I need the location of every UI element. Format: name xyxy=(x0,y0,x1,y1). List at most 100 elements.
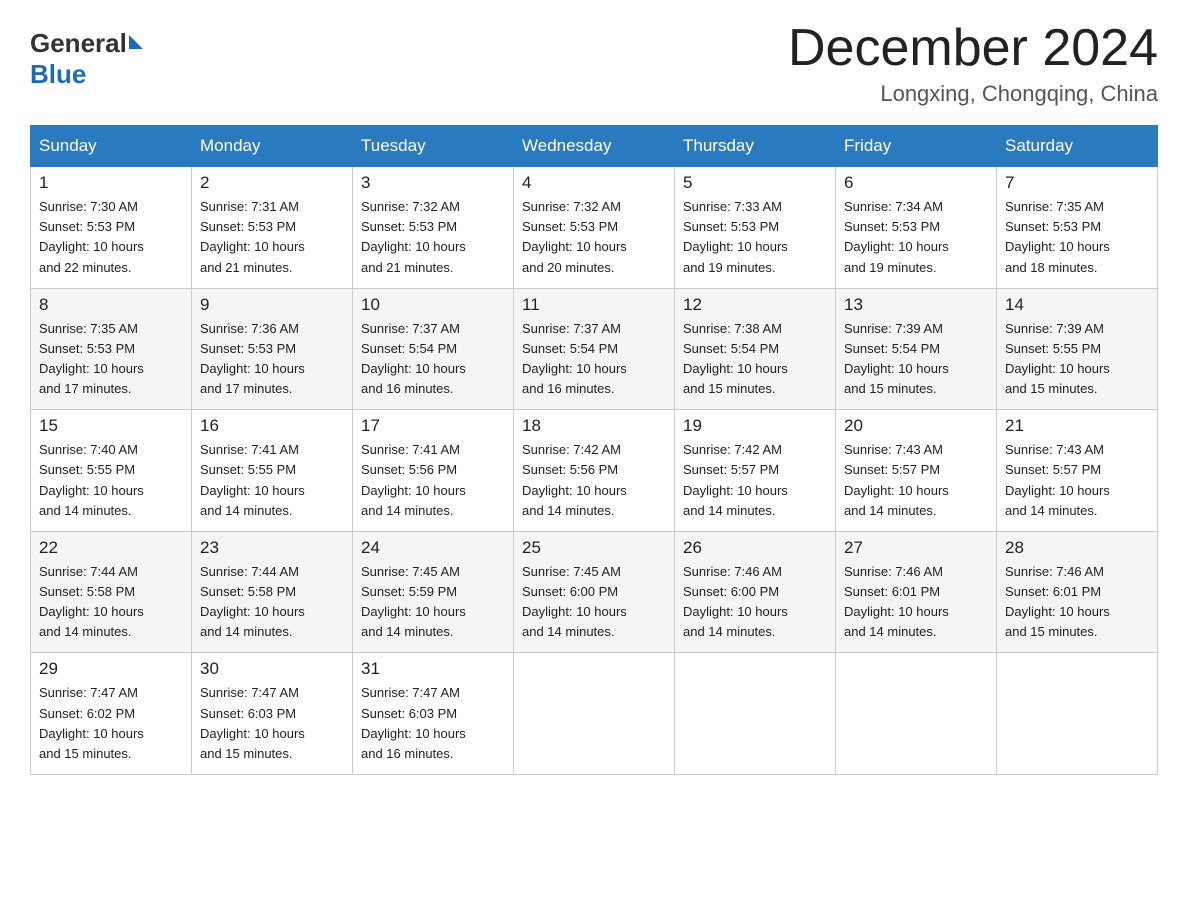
day-cell: 13 Sunrise: 7:39 AM Sunset: 5:54 PM Dayl… xyxy=(836,288,997,410)
week-row-5: 29 Sunrise: 7:47 AM Sunset: 6:02 PM Dayl… xyxy=(31,653,1158,775)
day-detail: Sunrise: 7:47 AM Sunset: 6:03 PM Dayligh… xyxy=(200,683,344,764)
logo-triangle-icon xyxy=(129,35,143,49)
day-number: 21 xyxy=(1005,416,1149,436)
week-row-4: 22 Sunrise: 7:44 AM Sunset: 5:58 PM Dayl… xyxy=(31,531,1158,653)
day-number: 22 xyxy=(39,538,183,558)
day-cell: 23 Sunrise: 7:44 AM Sunset: 5:58 PM Dayl… xyxy=(192,531,353,653)
week-row-2: 8 Sunrise: 7:35 AM Sunset: 5:53 PM Dayli… xyxy=(31,288,1158,410)
day-detail: Sunrise: 7:39 AM Sunset: 5:54 PM Dayligh… xyxy=(844,319,988,400)
day-detail: Sunrise: 7:42 AM Sunset: 5:57 PM Dayligh… xyxy=(683,440,827,521)
day-detail: Sunrise: 7:47 AM Sunset: 6:02 PM Dayligh… xyxy=(39,683,183,764)
week-row-1: 1 Sunrise: 7:30 AM Sunset: 5:53 PM Dayli… xyxy=(31,167,1158,289)
day-detail: Sunrise: 7:41 AM Sunset: 5:56 PM Dayligh… xyxy=(361,440,505,521)
day-detail: Sunrise: 7:35 AM Sunset: 5:53 PM Dayligh… xyxy=(1005,197,1149,278)
day-detail: Sunrise: 7:32 AM Sunset: 5:53 PM Dayligh… xyxy=(522,197,666,278)
day-number: 13 xyxy=(844,295,988,315)
day-cell: 9 Sunrise: 7:36 AM Sunset: 5:53 PM Dayli… xyxy=(192,288,353,410)
day-detail: Sunrise: 7:46 AM Sunset: 6:00 PM Dayligh… xyxy=(683,562,827,643)
day-cell: 5 Sunrise: 7:33 AM Sunset: 5:53 PM Dayli… xyxy=(675,167,836,289)
day-number: 5 xyxy=(683,173,827,193)
logo-blue-text: Blue xyxy=(30,59,86,90)
day-number: 8 xyxy=(39,295,183,315)
day-detail: Sunrise: 7:34 AM Sunset: 5:53 PM Dayligh… xyxy=(844,197,988,278)
day-cell: 17 Sunrise: 7:41 AM Sunset: 5:56 PM Dayl… xyxy=(353,410,514,532)
day-detail: Sunrise: 7:31 AM Sunset: 5:53 PM Dayligh… xyxy=(200,197,344,278)
week-row-3: 15 Sunrise: 7:40 AM Sunset: 5:55 PM Dayl… xyxy=(31,410,1158,532)
day-cell xyxy=(675,653,836,775)
day-number: 2 xyxy=(200,173,344,193)
day-detail: Sunrise: 7:36 AM Sunset: 5:53 PM Dayligh… xyxy=(200,319,344,400)
day-cell: 30 Sunrise: 7:47 AM Sunset: 6:03 PM Dayl… xyxy=(192,653,353,775)
day-number: 20 xyxy=(844,416,988,436)
day-number: 23 xyxy=(200,538,344,558)
day-cell xyxy=(836,653,997,775)
day-cell: 4 Sunrise: 7:32 AM Sunset: 5:53 PM Dayli… xyxy=(514,167,675,289)
day-cell: 31 Sunrise: 7:47 AM Sunset: 6:03 PM Dayl… xyxy=(353,653,514,775)
day-detail: Sunrise: 7:45 AM Sunset: 6:00 PM Dayligh… xyxy=(522,562,666,643)
day-number: 11 xyxy=(522,295,666,315)
day-number: 6 xyxy=(844,173,988,193)
day-detail: Sunrise: 7:42 AM Sunset: 5:56 PM Dayligh… xyxy=(522,440,666,521)
day-cell: 27 Sunrise: 7:46 AM Sunset: 6:01 PM Dayl… xyxy=(836,531,997,653)
header-wednesday: Wednesday xyxy=(514,126,675,167)
day-detail: Sunrise: 7:43 AM Sunset: 5:57 PM Dayligh… xyxy=(844,440,988,521)
day-cell: 7 Sunrise: 7:35 AM Sunset: 5:53 PM Dayli… xyxy=(997,167,1158,289)
day-number: 1 xyxy=(39,173,183,193)
day-number: 4 xyxy=(522,173,666,193)
day-detail: Sunrise: 7:33 AM Sunset: 5:53 PM Dayligh… xyxy=(683,197,827,278)
day-detail: Sunrise: 7:46 AM Sunset: 6:01 PM Dayligh… xyxy=(844,562,988,643)
day-detail: Sunrise: 7:44 AM Sunset: 5:58 PM Dayligh… xyxy=(200,562,344,643)
header-monday: Monday xyxy=(192,126,353,167)
calendar-table: SundayMondayTuesdayWednesdayThursdayFrid… xyxy=(30,125,1158,775)
day-cell: 6 Sunrise: 7:34 AM Sunset: 5:53 PM Dayli… xyxy=(836,167,997,289)
day-number: 3 xyxy=(361,173,505,193)
day-detail: Sunrise: 7:32 AM Sunset: 5:53 PM Dayligh… xyxy=(361,197,505,278)
day-cell: 18 Sunrise: 7:42 AM Sunset: 5:56 PM Dayl… xyxy=(514,410,675,532)
month-title: December 2024 xyxy=(788,20,1158,77)
logo-general-text: General xyxy=(30,28,127,59)
day-number: 28 xyxy=(1005,538,1149,558)
day-number: 9 xyxy=(200,295,344,315)
calendar-header: SundayMondayTuesdayWednesdayThursdayFrid… xyxy=(31,126,1158,167)
day-number: 26 xyxy=(683,538,827,558)
day-cell: 20 Sunrise: 7:43 AM Sunset: 5:57 PM Dayl… xyxy=(836,410,997,532)
day-cell: 14 Sunrise: 7:39 AM Sunset: 5:55 PM Dayl… xyxy=(997,288,1158,410)
day-number: 31 xyxy=(361,659,505,679)
day-detail: Sunrise: 7:37 AM Sunset: 5:54 PM Dayligh… xyxy=(522,319,666,400)
day-number: 25 xyxy=(522,538,666,558)
day-cell: 19 Sunrise: 7:42 AM Sunset: 5:57 PM Dayl… xyxy=(675,410,836,532)
header-row: SundayMondayTuesdayWednesdayThursdayFrid… xyxy=(31,126,1158,167)
day-cell: 3 Sunrise: 7:32 AM Sunset: 5:53 PM Dayli… xyxy=(353,167,514,289)
day-cell xyxy=(997,653,1158,775)
day-cell: 24 Sunrise: 7:45 AM Sunset: 5:59 PM Dayl… xyxy=(353,531,514,653)
day-detail: Sunrise: 7:39 AM Sunset: 5:55 PM Dayligh… xyxy=(1005,319,1149,400)
day-cell: 15 Sunrise: 7:40 AM Sunset: 5:55 PM Dayl… xyxy=(31,410,192,532)
day-detail: Sunrise: 7:35 AM Sunset: 5:53 PM Dayligh… xyxy=(39,319,183,400)
page-header: General Blue December 2024 Longxing, Cho… xyxy=(30,20,1158,107)
day-cell: 12 Sunrise: 7:38 AM Sunset: 5:54 PM Dayl… xyxy=(675,288,836,410)
day-number: 29 xyxy=(39,659,183,679)
day-number: 24 xyxy=(361,538,505,558)
day-detail: Sunrise: 7:47 AM Sunset: 6:03 PM Dayligh… xyxy=(361,683,505,764)
day-detail: Sunrise: 7:38 AM Sunset: 5:54 PM Dayligh… xyxy=(683,319,827,400)
day-number: 12 xyxy=(683,295,827,315)
header-tuesday: Tuesday xyxy=(353,126,514,167)
day-number: 18 xyxy=(522,416,666,436)
day-cell: 28 Sunrise: 7:46 AM Sunset: 6:01 PM Dayl… xyxy=(997,531,1158,653)
header-saturday: Saturday xyxy=(997,126,1158,167)
day-cell: 16 Sunrise: 7:41 AM Sunset: 5:55 PM Dayl… xyxy=(192,410,353,532)
day-detail: Sunrise: 7:45 AM Sunset: 5:59 PM Dayligh… xyxy=(361,562,505,643)
calendar-body: 1 Sunrise: 7:30 AM Sunset: 5:53 PM Dayli… xyxy=(31,167,1158,775)
logo: General Blue xyxy=(30,28,143,90)
day-cell: 22 Sunrise: 7:44 AM Sunset: 5:58 PM Dayl… xyxy=(31,531,192,653)
day-cell: 1 Sunrise: 7:30 AM Sunset: 5:53 PM Dayli… xyxy=(31,167,192,289)
day-number: 15 xyxy=(39,416,183,436)
day-detail: Sunrise: 7:41 AM Sunset: 5:55 PM Dayligh… xyxy=(200,440,344,521)
location-title: Longxing, Chongqing, China xyxy=(788,81,1158,107)
header-thursday: Thursday xyxy=(675,126,836,167)
day-number: 19 xyxy=(683,416,827,436)
day-number: 16 xyxy=(200,416,344,436)
day-number: 30 xyxy=(200,659,344,679)
header-right: December 2024 Longxing, Chongqing, China xyxy=(788,20,1158,107)
day-cell: 29 Sunrise: 7:47 AM Sunset: 6:02 PM Dayl… xyxy=(31,653,192,775)
